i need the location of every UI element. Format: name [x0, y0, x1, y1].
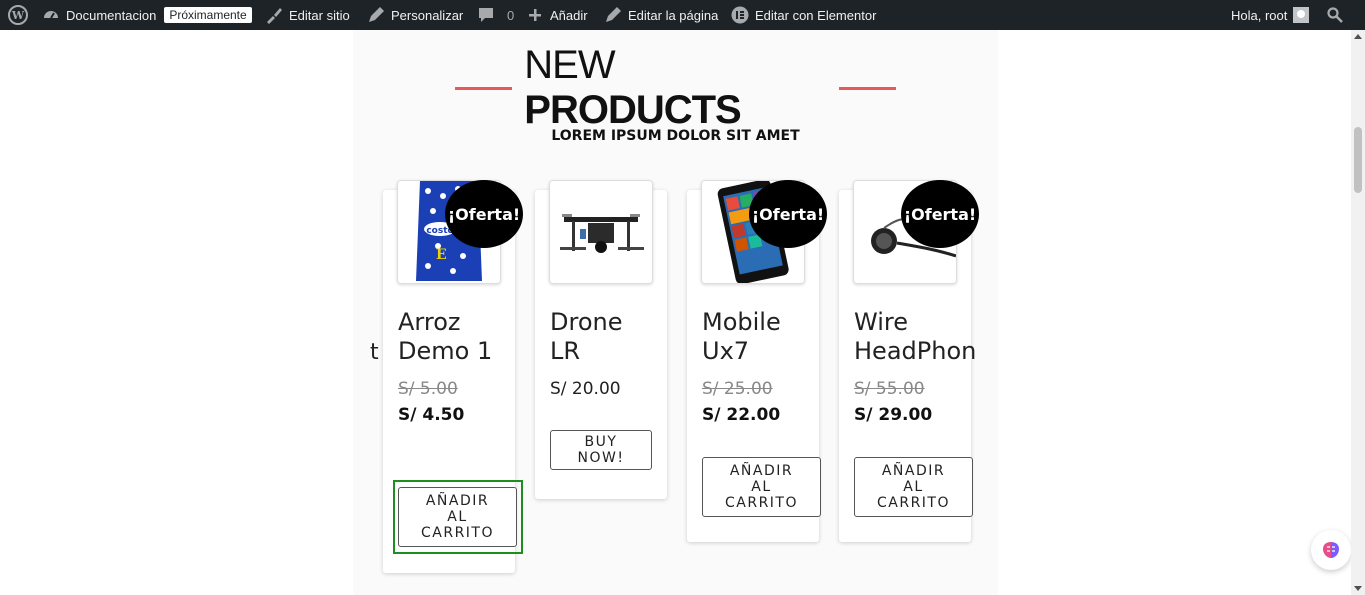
wordpress-logo-icon[interactable]: W: [8, 0, 28, 30]
original-price: S/ 55.00: [854, 379, 925, 399]
product-name-line: Arroz: [398, 308, 461, 336]
section-heading: NEW PRODUCTS: [443, 43, 908, 132]
button-label-line: NOW!: [577, 450, 625, 466]
product-card: ¡Oferta! Wire HeadPhon S/ 55.00 S/ 29.00…: [839, 180, 979, 542]
scroll-up-icon[interactable]: [1354, 34, 1362, 39]
focus-outline: [393, 480, 523, 554]
sale-price: S/ 29.00: [854, 405, 933, 425]
sale-price: S/ 22.00: [702, 405, 781, 425]
product-name-line: Drone: [550, 308, 623, 336]
button-label-line: AL: [903, 479, 924, 495]
original-price: S/ 5.00: [398, 379, 458, 399]
scrollbar[interactable]: [1351, 30, 1365, 595]
decorative-line: [455, 86, 513, 90]
sale-badge: ¡Oferta!: [445, 180, 523, 248]
edit-page-link[interactable]: Editar la página: [604, 0, 718, 30]
plus-icon: [526, 6, 544, 24]
admin-bar: W Documentacion Próximamente Editar siti…: [0, 0, 1365, 30]
button-label-line: AÑADIR: [881, 463, 946, 479]
coming-soon-badge: Próximamente: [164, 7, 252, 23]
product-name-line: Wire: [854, 308, 908, 336]
elementor-icon: [731, 6, 749, 24]
add-new-label: Añadir: [550, 7, 588, 23]
comments-count: 0: [507, 7, 515, 23]
section-title: NEW PRODUCTS: [524, 43, 826, 133]
site-name-label: Documentacion: [66, 7, 157, 23]
pencil-icon: [604, 6, 622, 24]
scrollbar-thumb[interactable]: [1354, 127, 1362, 193]
sale-badge: ¡Oferta!: [901, 180, 979, 248]
product-name-line: HeadPhon: [854, 337, 977, 365]
add-new-menu[interactable]: Añadir: [526, 0, 588, 30]
drone-icon: [550, 181, 652, 283]
partial-product-name: t: [370, 340, 379, 365]
sale-badge: ¡Oferta!: [749, 180, 827, 248]
comment-icon: [477, 6, 495, 24]
edit-with-elementor-link[interactable]: Editar con Elementor: [731, 0, 876, 30]
dashboard-icon: [42, 6, 60, 24]
button-label-line: AL: [751, 479, 772, 495]
product-card: ¡Oferta! Mobile Ux7 S/ 25.00 S/ 22.00 AÑ…: [687, 180, 827, 542]
button-label-line: CARRITO: [876, 495, 950, 511]
brush-icon: [265, 6, 283, 24]
button-label-line: AÑADIR: [729, 463, 794, 479]
brain-icon: [1323, 542, 1339, 558]
product-name[interactable]: Drone LR: [550, 308, 622, 366]
product-name-line: Mobile: [702, 308, 781, 336]
original-price: S/ 25.00: [702, 379, 773, 399]
ai-assistant-button[interactable]: [1311, 530, 1351, 570]
svg-text:E: E: [436, 247, 447, 263]
edit-site-link[interactable]: Editar sitio: [265, 0, 350, 30]
edit-with-elementor-label: Editar con Elementor: [755, 7, 877, 23]
product-name[interactable]: Mobile Ux7: [702, 308, 781, 366]
search-icon[interactable]: [1327, 0, 1343, 30]
comments-link[interactable]: 0: [477, 0, 514, 30]
pencil-icon: [367, 6, 385, 24]
add-to-cart-button[interactable]: AÑADIR AL CARRITO: [702, 457, 821, 517]
product-name[interactable]: Arroz Demo 1: [398, 308, 492, 366]
section-subtitle: LOREM IPSUM DOLOR SIT AMET: [551, 128, 800, 144]
add-to-cart-button[interactable]: AÑADIR AL CARRITO: [854, 457, 973, 517]
button-label-line: CARRITO: [724, 495, 798, 511]
scroll-down-icon[interactable]: [1354, 586, 1362, 591]
title-bold: PRODUCTS: [524, 88, 741, 132]
carousel-clip: [978, 200, 998, 595]
decorative-line: [838, 86, 896, 90]
avatar: [1293, 7, 1310, 23]
product-name-line: LR: [550, 337, 581, 365]
edit-site-label: Editar sitio: [289, 7, 350, 23]
button-label-line: BUY: [584, 434, 618, 450]
product-name[interactable]: Wire HeadPhon: [854, 308, 976, 366]
svg-text:W: W: [11, 9, 25, 22]
product-name-line: Demo 1: [398, 337, 493, 365]
product-name-line: Ux7: [702, 337, 750, 365]
site-name-menu[interactable]: Documentacion Próximamente: [42, 0, 252, 30]
product-card: Drone LR S/ 20.00 BUY NOW!: [535, 180, 667, 499]
customize-link[interactable]: Personalizar: [367, 0, 463, 30]
my-account-menu[interactable]: Hola, root: [1231, 0, 1310, 30]
edit-page-label: Editar la página: [628, 7, 719, 23]
buy-now-button[interactable]: BUY NOW!: [550, 430, 652, 470]
price: S/ 20.00: [550, 379, 621, 399]
title-light: NEW: [524, 43, 615, 87]
greeting-label: Hola, root: [1231, 7, 1288, 23]
customize-label: Personalizar: [391, 7, 464, 23]
product-image[interactable]: [549, 180, 653, 284]
sale-price: S/ 4.50: [398, 405, 465, 425]
